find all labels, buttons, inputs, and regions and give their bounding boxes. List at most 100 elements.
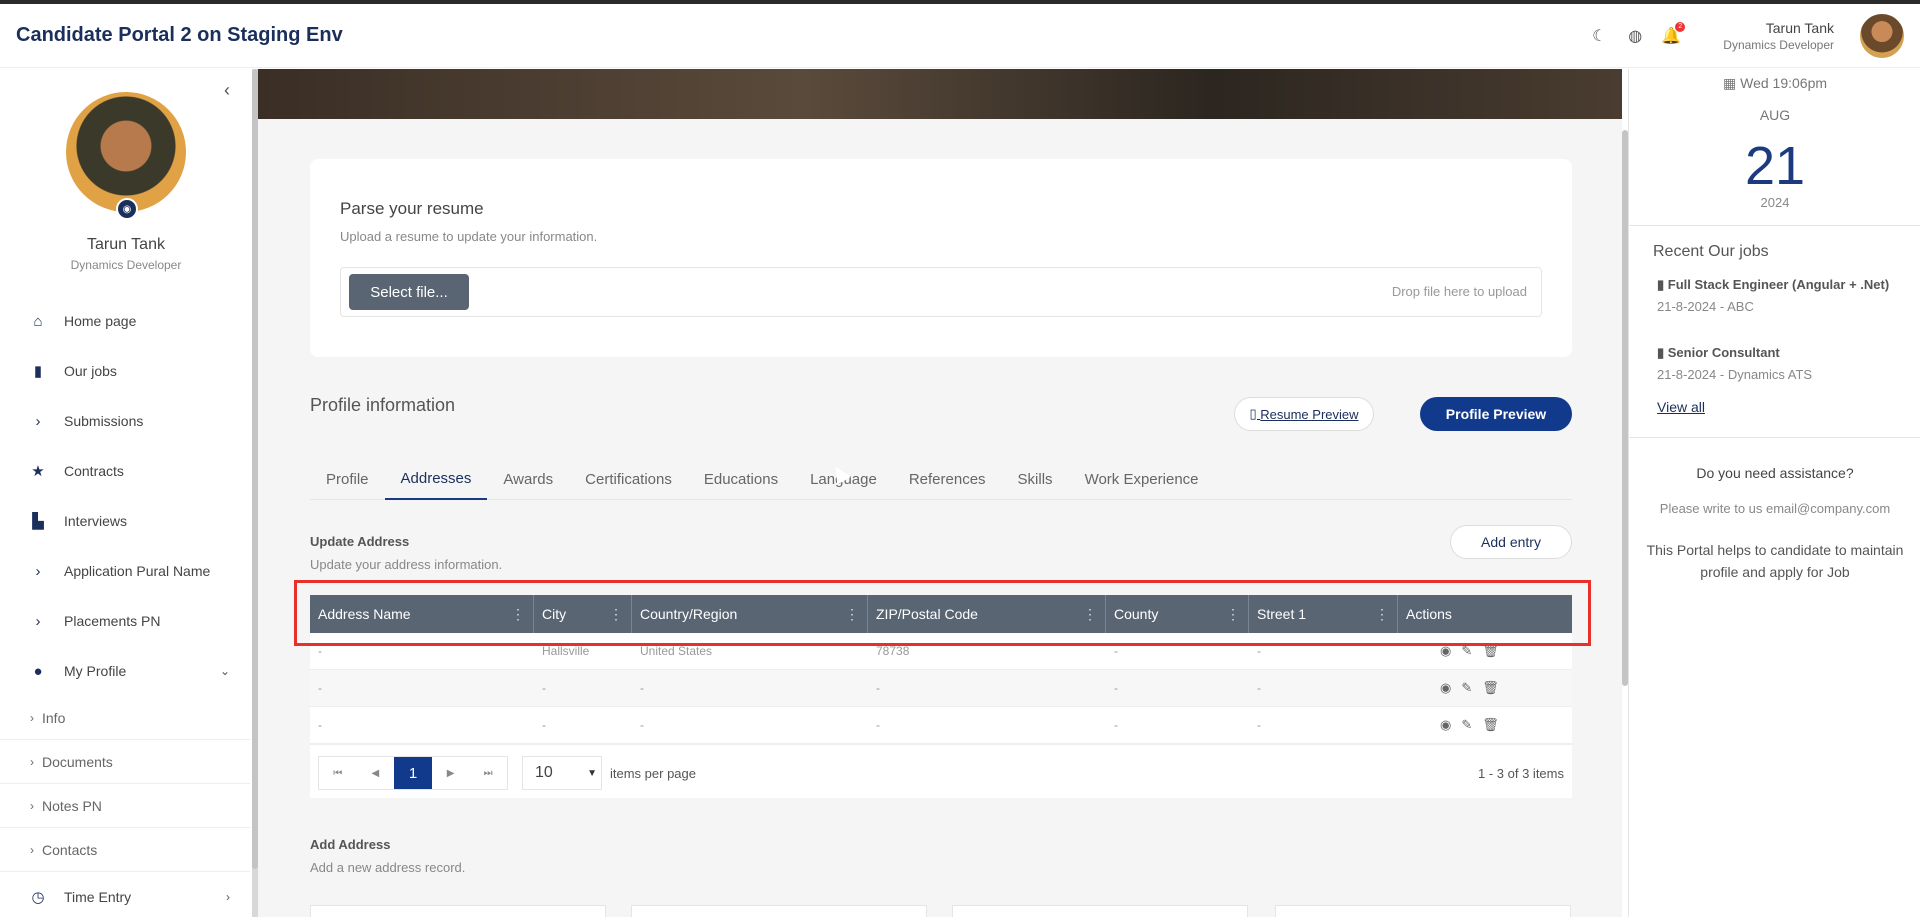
user-role: Dynamics Developer (1723, 37, 1834, 52)
update-address-title: Update Address (310, 534, 410, 549)
job-title-text: Full Stack Engineer (Angular + .Net) (1667, 277, 1890, 292)
add-entry-button[interactable]: Add entry (1450, 525, 1572, 559)
first-page-icon[interactable]: ⏮ (319, 757, 357, 789)
sidebar-subitem-notes-pn[interactable]: › Notes PN (0, 784, 250, 828)
sidebar-item-submissions[interactable]: › Submissions (0, 396, 250, 446)
profile-preview-button[interactable]: Profile Preview (1420, 397, 1572, 431)
sidebar-item-label: Contracts (64, 463, 124, 479)
collapse-sidebar-icon[interactable]: ‹ (224, 80, 230, 101)
eye-icon[interactable]: ◉ (1440, 717, 1451, 733)
resume-preview-label: Resume Preview (1260, 406, 1359, 422)
cell-street-1: - (1257, 718, 1261, 732)
pencil-icon[interactable]: ✎ (1461, 717, 1472, 733)
sidebar-item-label: My Profile (64, 663, 127, 679)
job-title[interactable]: ▮ Full Stack Engineer (Angular + .Net) (1657, 277, 1907, 293)
tab-work-experience[interactable]: Work Experience (1069, 458, 1215, 500)
sidebar-item-label: Interviews (64, 513, 128, 529)
sidebar-subitem-info[interactable]: › Info (0, 696, 250, 740)
sidebar-item-label: Submissions (64, 413, 144, 429)
table-row[interactable]: - - - - - - ◉ ✎ 🗑 (310, 707, 1572, 744)
next-page-icon[interactable]: ▶ (432, 757, 470, 789)
page-size-select[interactable]: 10 ▼ (522, 756, 602, 790)
add-address-title: Add Address (310, 837, 391, 852)
resume-dropzone[interactable]: Select file... Drop file here to upload (340, 267, 1542, 317)
recent-job-item[interactable]: ▮ Senior Consultant 21-8-2024 - Dynamics… (1657, 345, 1907, 382)
sidebar-item-home-page[interactable]: ⌂ Home page (0, 296, 250, 346)
grid-pager: ⏮ ◀ 1 ▶ ⏭ 10 ▼ items per page 1 - 3 of 3 … (310, 744, 1572, 798)
parse-title: Parse your resume (340, 199, 484, 218)
last-page-icon[interactable]: ⏭ (469, 757, 507, 789)
sidebar-item-my-profile[interactable]: ● My Profile ⌄ (0, 646, 250, 696)
current-date-time: ▦ Wed 19:06pm (1629, 75, 1920, 92)
globe-icon[interactable]: ◍ (1625, 26, 1645, 46)
sidebar-item-time-entry[interactable]: ◷ Time Entry › (0, 872, 250, 922)
calendar-icon: ▦ (1722, 75, 1741, 91)
sidebar-item-label: Placements PN (64, 613, 161, 629)
sidebar-item-placements-pn[interactable]: › Placements PN (0, 596, 250, 646)
moon-icon[interactable]: ☾ (1589, 26, 1609, 46)
select-file-button[interactable]: Select file... (349, 274, 469, 310)
tab-references[interactable]: References (893, 458, 1002, 500)
trash-icon[interactable]: 🗑 (1482, 680, 1499, 696)
user-icon: ● (33, 662, 43, 680)
sidebar-subitem-label: Contacts (42, 841, 98, 858)
sidebar-item-label: Application Pural Name (64, 563, 211, 579)
sidebar-item-interviews[interactable]: ▙ Interviews (0, 496, 250, 546)
sidebar-subitem-label: Info (42, 709, 66, 726)
sidebar-item-application-pural-name[interactable]: › Application Pural Name (0, 546, 250, 596)
camera-icon[interactable]: ◉ (116, 198, 138, 220)
sidebar-item-contracts[interactable]: ★ Contracts (0, 446, 250, 496)
recent-job-item[interactable]: ▮ Full Stack Engineer (Angular + .Net) 2… (1657, 277, 1907, 314)
page-number-current[interactable]: 1 (394, 757, 432, 789)
tab-awards[interactable]: Awards (487, 458, 569, 500)
eye-icon[interactable]: ◉ (1440, 680, 1451, 696)
sidebar-user-role: Dynamics Developer (70, 258, 182, 272)
drop-hint: Drop file here to upload (1391, 284, 1527, 299)
chevron-right-icon: › (30, 754, 34, 769)
pencil-icon[interactable]: ✎ (1461, 680, 1472, 696)
tab-skills[interactable]: Skills (1002, 458, 1069, 500)
chevron-right-icon: › (35, 562, 41, 580)
tab-educations[interactable]: Educations (688, 458, 794, 500)
cell-address-name: - (318, 681, 322, 695)
prev-page-icon[interactable]: ◀ (357, 757, 395, 789)
job-title[interactable]: ▮ Senior Consultant (1657, 345, 1907, 361)
tab-addresses[interactable]: Addresses (384, 458, 488, 500)
recent-jobs-title: Recent Our jobs (1653, 243, 1769, 260)
row-actions: ◉ ✎ 🗑 (1398, 670, 1499, 706)
chevron-right-icon: › (30, 710, 34, 725)
resume-preview-button[interactable]: ▯ Resume Preview (1234, 397, 1374, 431)
assistance-email: Please write to us email@company.com (1659, 501, 1891, 516)
tab-certifications[interactable]: Certifications (569, 458, 688, 500)
add-address-field[interactable] (631, 905, 927, 917)
add-address-field[interactable] (310, 905, 606, 917)
view-all-link[interactable]: View all (1657, 399, 1705, 415)
clock-icon: ◷ (31, 889, 45, 906)
add-address-field[interactable] (952, 905, 1248, 917)
user-info[interactable]: Tarun Tank Dynamics Developer (1723, 20, 1834, 52)
main-content: Parse your resume Upload a resume to upd… (258, 69, 1622, 917)
sidebar-item-label: Time Entry (64, 889, 132, 905)
assistance-text: This Portal helps to candidate to mainta… (1646, 542, 1904, 580)
bell-icon[interactable]: 🔔 2 (1661, 21, 1686, 46)
sidebar-item-our-jobs[interactable]: ▮ Our jobs (0, 346, 250, 396)
page-size-value: 10 (535, 764, 553, 781)
sidebar-subitem-contacts[interactable]: › Contacts (0, 828, 250, 872)
briefcase-icon: ▮ (1657, 345, 1668, 360)
profile-info-title: Profile information (310, 395, 456, 415)
sidebar-user-name: Tarun Tank (87, 236, 165, 253)
trash-icon[interactable]: 🗑 (1482, 717, 1499, 733)
add-address-field[interactable] (1275, 905, 1571, 917)
sidebar-subitem-documents[interactable]: › Documents (0, 740, 250, 784)
cell-city: - (542, 681, 546, 695)
avatar[interactable] (1860, 13, 1904, 58)
calendar-year: 2024 (1760, 195, 1790, 210)
row-actions: ◉ ✎ 🗑 (1398, 707, 1499, 743)
app-title: Candidate Portal 2 on Staging Env (16, 24, 343, 46)
pager-info: 1 - 3 of 3 items (1478, 766, 1564, 781)
user-name: Tarun Tank (1765, 19, 1834, 36)
profile-avatar (66, 92, 186, 212)
chevron-down-icon: ⌄ (219, 664, 230, 678)
tab-profile[interactable]: Profile (310, 458, 385, 500)
table-row[interactable]: - - - - - - ◉ ✎ 🗑 (310, 670, 1572, 707)
